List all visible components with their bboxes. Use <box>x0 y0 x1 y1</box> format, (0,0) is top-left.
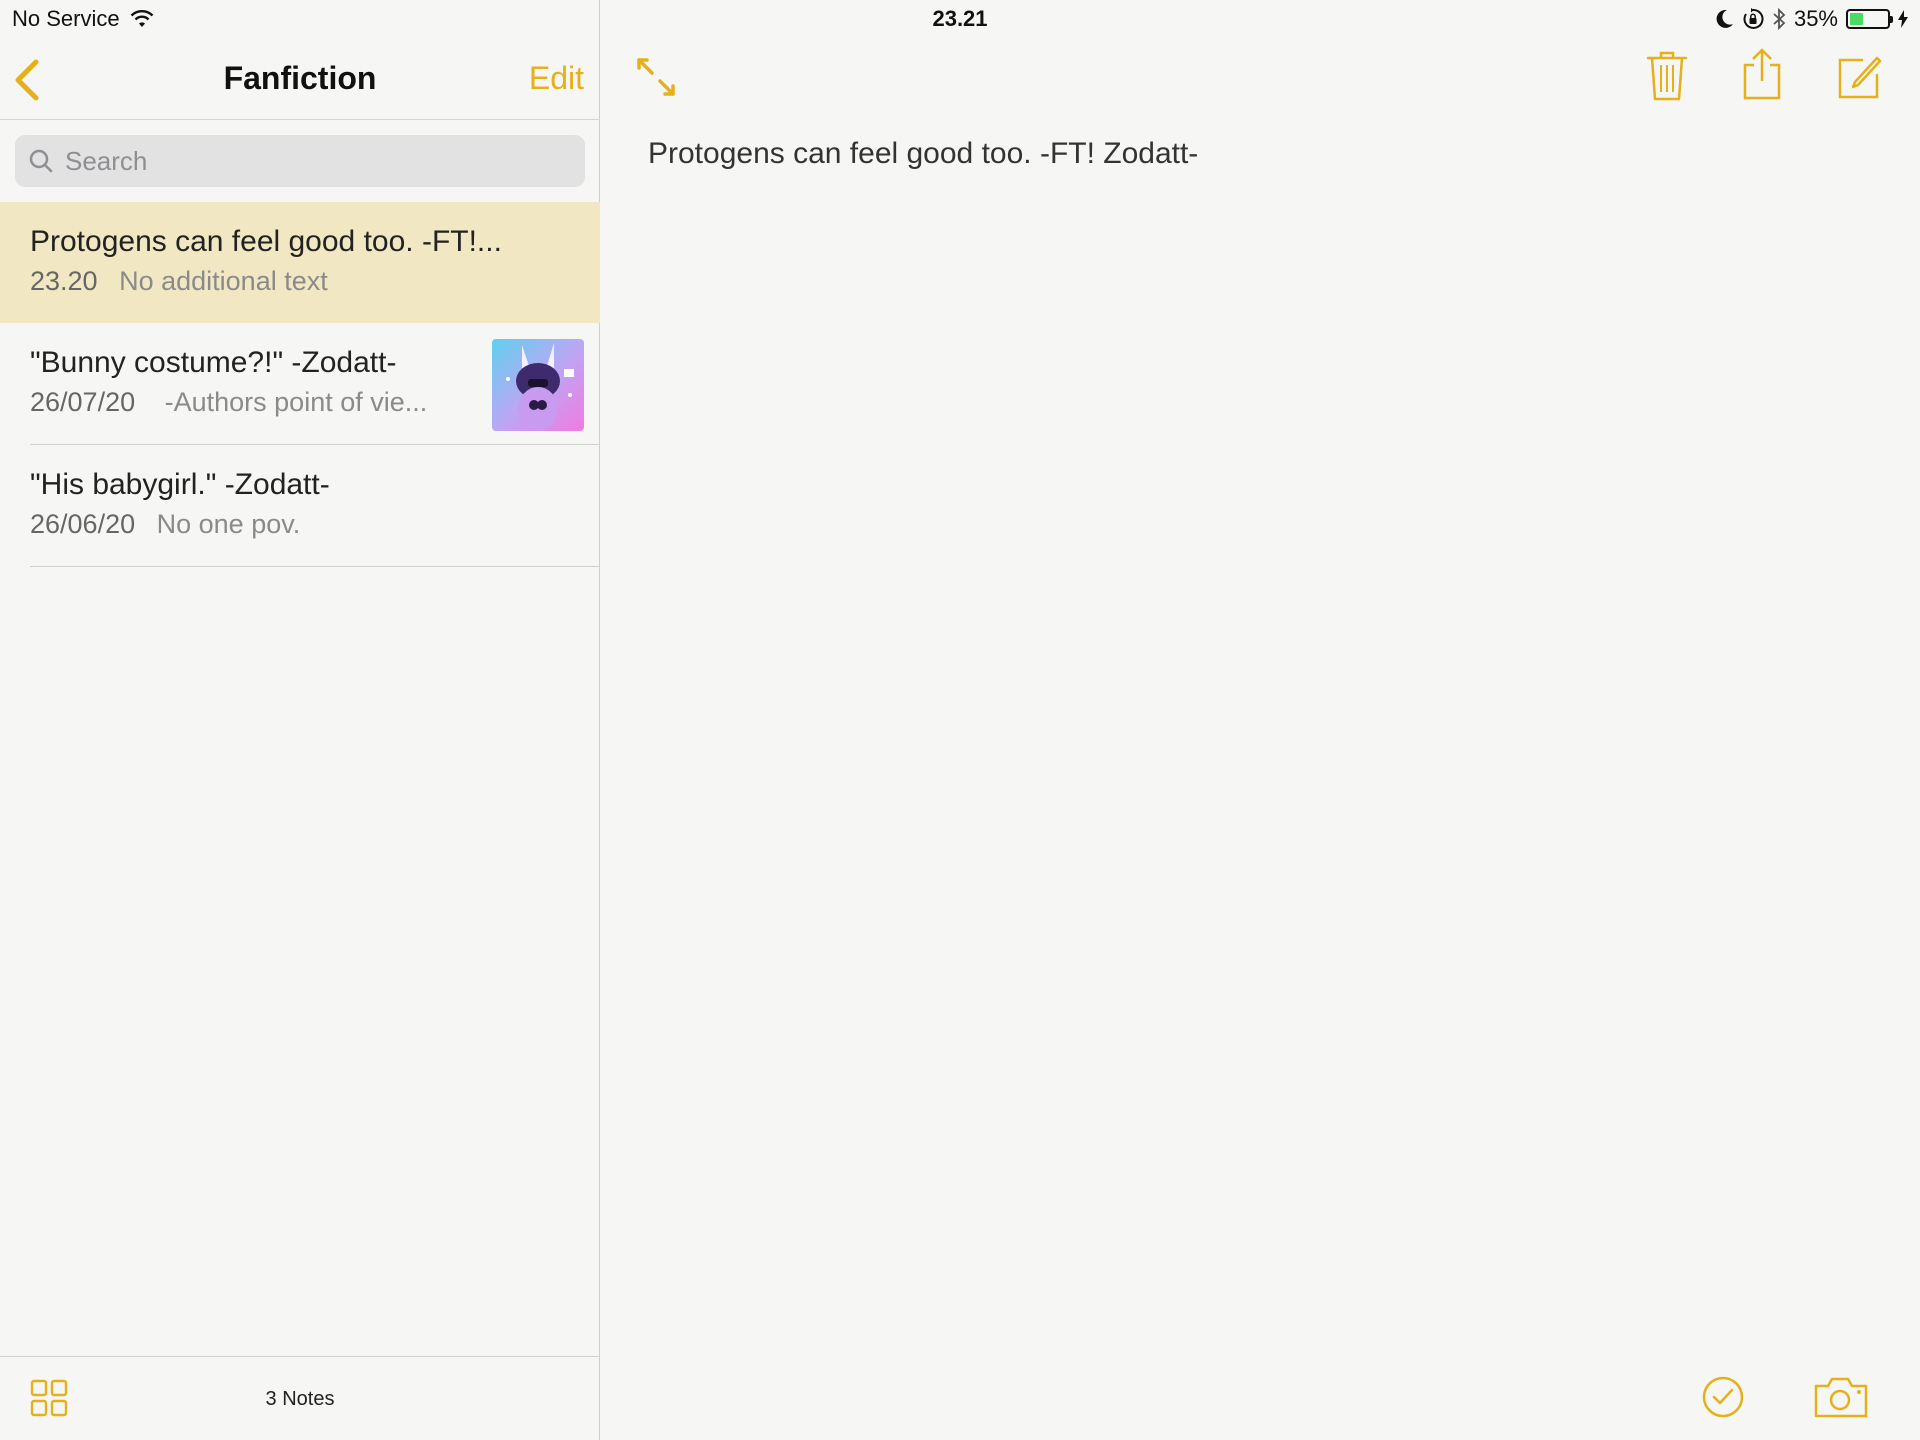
back-chevron-icon <box>15 59 39 101</box>
note-detail-pane: Protogens can feel good too. -FT! Zodatt… <box>601 0 1920 1440</box>
search-input[interactable] <box>65 145 545 177</box>
row-separator <box>30 566 600 567</box>
folder-title: Fanfiction <box>223 60 377 96</box>
note-meta: 23.20 No additional text <box>30 266 328 297</box>
checklist-button[interactable] <box>1702 1376 1744 1423</box>
expand-button[interactable] <box>635 56 677 103</box>
compose-button[interactable] <box>1837 54 1883 105</box>
search-icon <box>29 149 53 173</box>
share-button[interactable] <box>1741 47 1783 106</box>
notes-app: No Service 23.21 35% Fanfiction Edit Sea… <box>0 0 1920 1440</box>
back-button[interactable] <box>12 58 48 102</box>
camera-button[interactable] <box>1814 1376 1868 1423</box>
note-title: Protogens can feel good too. -FT!... <box>30 225 502 258</box>
note-list-item[interactable]: "His babygirl." -Zodatt- 26/06/20 No one… <box>0 445 600 567</box>
edit-button[interactable]: Edit <box>529 60 584 97</box>
compose-icon <box>1838 56 1882 99</box>
note-thumbnail <box>492 339 584 431</box>
gallery-grid-icon <box>30 1379 68 1417</box>
note-date: 23.20 <box>30 266 98 296</box>
note-meta: 26/07/20 -Authors point of vie... <box>30 387 427 418</box>
sidebar-footer: 3 Notes <box>0 1356 600 1440</box>
note-preview: -Authors point of vie... <box>164 387 428 417</box>
search-bar[interactable] <box>15 135 585 187</box>
expand-icon <box>637 58 675 96</box>
gallery-view-button[interactable] <box>30 1379 68 1422</box>
delete-button[interactable] <box>1646 50 1688 107</box>
camera-icon <box>1814 1377 1868 1418</box>
note-date: 26/07/20 <box>30 387 136 417</box>
trash-icon <box>1646 51 1688 101</box>
checklist-icon <box>1702 1376 1744 1418</box>
note-title: "Bunny costume?!" -Zodatt- <box>30 346 397 379</box>
note-date: 26/06/20 <box>30 509 136 539</box>
note-preview: No one pov. <box>156 509 301 539</box>
note-meta: 26/06/20 No one pov. <box>30 509 300 540</box>
note-title: "His babygirl." -Zodatt- <box>30 468 330 501</box>
share-icon <box>1743 48 1781 100</box>
note-body-text[interactable]: Protogens can feel good too. -FT! Zodatt… <box>648 137 1198 171</box>
note-preview: No additional text <box>119 266 328 296</box>
sidebar-header: Fanfiction Edit <box>0 40 600 120</box>
notes-sidebar: Fanfiction Edit Protogens can feel good … <box>0 0 600 1440</box>
note-count: 3 Notes <box>265 1388 335 1410</box>
note-list-item[interactable]: Protogens can feel good too. -FT!... 23.… <box>0 202 600 323</box>
